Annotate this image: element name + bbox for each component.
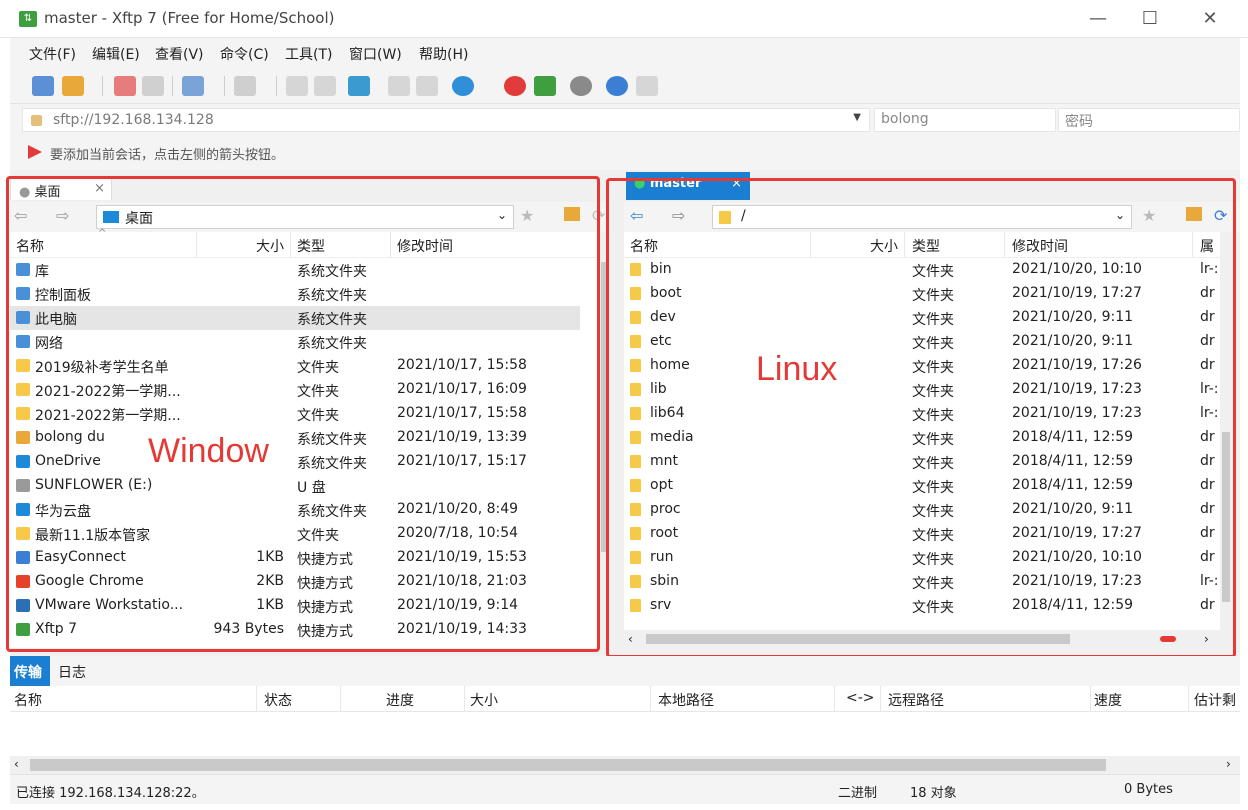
toolbar-divider <box>224 76 225 96</box>
menu-window[interactable]: 窗口(W) <box>349 44 402 64</box>
window-title: master - Xftp 7 (Free for Home/School) <box>44 9 335 27</box>
col-divider[interactable] <box>880 686 881 712</box>
tab-log[interactable]: 日志 <box>58 662 86 682</box>
transfer-header-row: 名称 状态 进度 大小 本地路径 <-> 远程路径 速度 估计剩 <box>10 686 1240 712</box>
paste-icon[interactable] <box>314 76 336 96</box>
disconnect-icon[interactable] <box>142 76 164 96</box>
menu-tools[interactable]: 工具(T) <box>285 44 332 64</box>
help-icon[interactable] <box>606 76 628 96</box>
tr-col-name[interactable]: 名称 <box>14 690 42 710</box>
col-divider[interactable] <box>464 686 465 712</box>
transfer-list <box>10 712 1240 756</box>
connect-icon[interactable] <box>114 76 136 96</box>
scroll-left-icon[interactable]: ‹ <box>14 757 19 771</box>
transfer-mode[interactable]: 二进制 <box>838 782 877 801</box>
tr-col-speed[interactable]: 速度 <box>1094 690 1122 710</box>
hint-row: 要添加当前会话，点击左侧的箭头按钮。 <box>10 136 1240 170</box>
xshell-icon[interactable] <box>504 76 526 96</box>
layout2-icon[interactable] <box>416 76 438 96</box>
tr-col-direction[interactable]: <-> <box>846 690 875 706</box>
toolbar <box>10 68 1240 104</box>
menu-edit[interactable]: 编辑(E) <box>92 44 140 64</box>
transfer-h-scrollbar[interactable]: ‹ › <box>10 756 1240 774</box>
chevron-down-icon[interactable]: ▼ <box>853 112 861 123</box>
close-button[interactable]: ✕ <box>1190 4 1230 34</box>
arrow-icon[interactable] <box>28 145 42 159</box>
byte-count: 0 Bytes <box>1124 782 1173 797</box>
annotation-box-local <box>6 176 600 652</box>
bottom-tab-strip: 传输 日志 <box>10 656 1240 686</box>
lock-icon <box>31 115 42 126</box>
tr-col-local-path[interactable]: 本地路径 <box>658 690 714 710</box>
xftp-icon[interactable] <box>534 76 556 96</box>
col-divider[interactable] <box>340 686 341 712</box>
status-bar: 已连接 192.168.134.128:22。 二进制 18 对象 0 Byte… <box>10 774 1240 804</box>
hint-text: 要添加当前会话，点击左侧的箭头按钮。 <box>50 148 285 163</box>
scroll-thumb[interactable] <box>30 759 1106 771</box>
menu-command[interactable]: 命令(C) <box>220 44 269 64</box>
address-row: sftp://192.168.134.128 ▼ bolong 密码 <box>10 104 1240 136</box>
col-divider[interactable] <box>1188 686 1189 712</box>
gear-icon[interactable] <box>570 76 592 96</box>
toolbar-divider <box>102 76 103 96</box>
tr-col-remote-path[interactable]: 远程路径 <box>888 690 944 710</box>
col-divider[interactable] <box>256 686 257 712</box>
menu-help[interactable]: 帮助(H) <box>419 44 468 64</box>
minimize-button[interactable]: — <box>1078 4 1118 34</box>
connection-status: 已连接 192.168.134.128:22。 <box>16 786 205 801</box>
address-field[interactable]: sftp://192.168.134.128 ▼ <box>22 108 870 132</box>
username-field[interactable]: bolong <box>874 108 1056 132</box>
menu-file[interactable]: 文件(F) <box>29 44 76 64</box>
col-divider[interactable] <box>1090 686 1091 712</box>
new-session-icon[interactable] <box>32 76 54 96</box>
tr-col-eta[interactable]: 估计剩 <box>1194 690 1236 710</box>
new-file-transfer-icon[interactable] <box>182 76 204 96</box>
tab-transfer[interactable]: 传输 <box>10 656 50 686</box>
col-divider[interactable] <box>650 686 651 712</box>
annotation-box-remote <box>606 178 1236 658</box>
layout-icon[interactable] <box>388 76 410 96</box>
sync-icon[interactable] <box>348 76 370 96</box>
globe-icon[interactable] <box>452 76 474 96</box>
password-field[interactable]: 密码 <box>1058 108 1240 132</box>
tr-col-size[interactable]: 大小 <box>470 690 498 710</box>
play-icon[interactable] <box>234 76 256 96</box>
toolbar-divider <box>276 76 277 96</box>
menu-bar: 文件(F) 编辑(E) 查看(V) 命令(C) 工具(T) 窗口(W) 帮助(H… <box>10 38 1240 68</box>
open-folder-icon[interactable] <box>62 76 84 96</box>
annotation-window: Window <box>148 432 269 470</box>
col-divider[interactable] <box>834 686 835 712</box>
address-url: sftp://192.168.134.128 <box>53 112 214 128</box>
object-count: 18 对象 <box>910 786 957 801</box>
chat-icon[interactable] <box>636 76 658 96</box>
toolbar-divider <box>172 76 173 96</box>
tr-col-status[interactable]: 状态 <box>264 690 292 710</box>
copy-icon[interactable] <box>286 76 308 96</box>
annotation-linux: Linux <box>756 350 838 388</box>
scroll-right-icon[interactable]: › <box>1226 757 1231 771</box>
title-bar: ⇅ master - Xftp 7 (Free for Home/School)… <box>0 0 1248 38</box>
tr-col-progress[interactable]: 进度 <box>386 690 414 710</box>
xftp-app-icon[interactable]: ⇅ <box>19 11 37 27</box>
maximize-button[interactable]: ☐ <box>1130 4 1170 34</box>
menu-view[interactable]: 查看(V) <box>155 44 204 64</box>
